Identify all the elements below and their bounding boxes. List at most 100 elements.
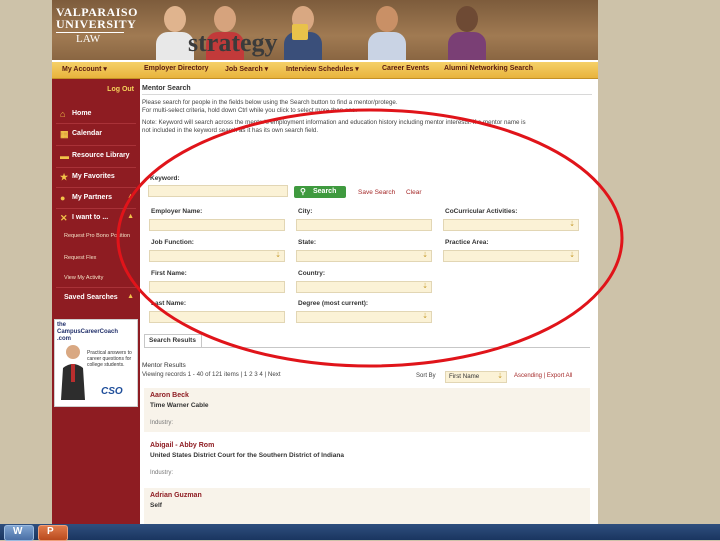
clear-link[interactable]: Clear xyxy=(406,189,422,196)
tools-icon: ✕ xyxy=(60,213,68,223)
top-navigation: My Account ▾ Employer Directory Job Sear… xyxy=(52,62,598,79)
instructions-line1: Please search for people in the fields b… xyxy=(142,99,398,106)
logo-line3: LAW xyxy=(56,32,124,45)
results-title: Mentor Results xyxy=(142,362,186,369)
nav-my-account[interactable]: My Account ▾ xyxy=(62,65,107,73)
sidebar-subitem-request-flex[interactable]: Request Flex xyxy=(64,255,132,262)
city-input[interactable] xyxy=(296,219,432,231)
ad-title-line1: the xyxy=(57,322,66,328)
mentor-industry: Industry: xyxy=(150,470,174,476)
chevron-down-icon: ⇣ xyxy=(569,252,575,259)
page-title: Mentor Search xyxy=(142,85,191,92)
strategy-brand: strategy xyxy=(188,28,278,57)
chevron-down-icon: ⇣ xyxy=(569,221,575,228)
nav-interview-schedules[interactable]: Interview Schedules ▾ xyxy=(286,65,359,73)
sidebar-item-my-partners[interactable]: ● My Partners ▲ xyxy=(52,193,140,207)
sidebar-item-i-want-to[interactable]: ✕ I want to ... ▲ xyxy=(52,213,140,227)
banner-photo-person xyxy=(444,0,490,60)
cso-logo: CSO xyxy=(101,386,123,397)
table-row[interactable]: Abigail - Abby Rom United States Distric… xyxy=(144,438,590,482)
chevron-up-icon[interactable]: ▲ xyxy=(127,213,134,220)
nav-job-search[interactable]: Job Search ▾ xyxy=(225,65,268,73)
degree-label: Degree (most current): xyxy=(298,300,369,307)
brand-square-icon xyxy=(292,24,308,40)
site-header: VALPARAISO UNIVERSITY LAW strategy xyxy=(52,0,598,60)
nav-career-events[interactable]: Career Events xyxy=(382,65,429,72)
table-row[interactable]: Adrian Guzman Self xyxy=(144,488,590,524)
mentor-name-link[interactable]: Adrian Guzman xyxy=(150,492,202,499)
chevron-down-icon: ⇣ xyxy=(275,252,281,259)
country-select[interactable]: ⇣ xyxy=(296,281,432,293)
chevron-up-icon[interactable]: ▲ xyxy=(127,193,134,200)
mentor-company: Self xyxy=(150,502,162,509)
word-taskbar-button[interactable]: W xyxy=(4,525,34,541)
cocurricular-label: CoCurricular Activities: xyxy=(445,208,518,215)
folder-icon: ▬ xyxy=(60,151,69,161)
city-label: City: xyxy=(298,208,313,215)
employer-name-input[interactable] xyxy=(149,219,285,231)
chevron-down-icon: ⇣ xyxy=(422,283,428,290)
keyword-input[interactable] xyxy=(148,185,288,197)
cocurricular-select[interactable]: ⇣ xyxy=(443,219,579,231)
degree-select[interactable]: ⇣ xyxy=(296,311,432,323)
ad-title-line2: CampusCareerCoach xyxy=(57,329,119,335)
table-row[interactable]: Aaron Beck Time Warner Cable Industry: xyxy=(144,388,590,432)
sidebar-item-my-favorites[interactable]: ★ My Favorites xyxy=(52,172,140,186)
sidebar-item-saved-searches[interactable]: Saved Searches ▲ xyxy=(52,293,140,307)
sidebar-subitem-request-pro-bono[interactable]: Request Pro Bono Position xyxy=(64,233,132,240)
mentor-company: United States District Court for the Sou… xyxy=(150,452,344,459)
mentor-industry: Industry: xyxy=(150,420,174,426)
logo-line2: UNIVERSITY xyxy=(56,17,137,31)
chevron-down-icon: ⇣ xyxy=(422,313,428,320)
ad-text: Practical answers to career questions fo… xyxy=(87,350,132,368)
home-icon: ⌂ xyxy=(60,109,66,119)
results-pagination[interactable]: Viewing records 1 - 40 of 121 items | 1 … xyxy=(142,371,281,378)
sort-by-label: Sort By xyxy=(416,373,436,379)
instructions-line2: For multi-select criteria, hold down Ctr… xyxy=(142,107,357,114)
keyword-label: Keyword: xyxy=(150,175,180,182)
sidebar: Log Out ⌂ Home ▦ Calendar ▬ Resource Lib… xyxy=(52,79,140,524)
powerpoint-taskbar-button[interactable]: P xyxy=(38,525,68,541)
state-select[interactable]: ⇣ xyxy=(296,250,432,262)
mentor-name-link[interactable]: Abigail - Abby Rom xyxy=(150,442,214,449)
first-name-label: First Name: xyxy=(151,270,187,277)
person-icon: ● xyxy=(60,193,66,203)
ad-person-image xyxy=(61,345,85,400)
sidebar-item-resource-library[interactable]: ▬ Resource Library xyxy=(52,151,140,165)
note-line1: Note: Keyword will search across the men… xyxy=(142,119,526,126)
sidebar-item-calendar[interactable]: ▦ Calendar xyxy=(52,129,140,143)
sort-by-select[interactable]: First Name ⇣ xyxy=(445,371,507,383)
employer-name-label: Employer Name: xyxy=(151,208,203,215)
magnifier-icon: ⚲ xyxy=(300,187,306,196)
sidebar-subitem-view-activity[interactable]: View My Activity xyxy=(64,275,132,282)
logout-link[interactable]: Log Out xyxy=(107,86,134,93)
campus-career-coach-ad[interactable]: the CampusCareerCoach .com Practical ans… xyxy=(54,319,138,407)
calendar-icon: ▦ xyxy=(60,129,69,139)
banner-photo-person xyxy=(364,0,410,60)
search-button[interactable]: ⚲ Search xyxy=(294,186,346,198)
sidebar-item-home[interactable]: ⌂ Home xyxy=(52,109,140,123)
browser-page: VALPARAISO UNIVERSITY LAW strategy My Ac… xyxy=(52,0,598,524)
nav-alumni-networking-search[interactable]: Alumni Networking Search xyxy=(444,65,533,72)
sort-order-links[interactable]: Ascending | Export All xyxy=(514,373,572,379)
save-search-link[interactable]: Save Search xyxy=(358,189,395,196)
mentor-company: Time Warner Cable xyxy=(150,402,209,409)
last-name-label: Last Name: xyxy=(151,300,187,307)
tab-search-results[interactable]: Search Results xyxy=(144,334,202,347)
first-name-input[interactable] xyxy=(149,281,285,293)
chevron-down-icon: ⇣ xyxy=(422,252,428,259)
star-icon: ★ xyxy=(60,172,69,182)
chevron-down-icon: ⇣ xyxy=(497,373,503,380)
last-name-input[interactable] xyxy=(149,311,285,323)
job-function-select[interactable]: ⇣ xyxy=(149,250,285,262)
note-line2: not included in the keyword search as it… xyxy=(142,127,319,134)
nav-employer-directory[interactable]: Employer Directory xyxy=(144,65,209,72)
country-label: Country: xyxy=(298,270,326,277)
university-logo[interactable]: VALPARAISO UNIVERSITY LAW xyxy=(56,6,137,52)
practice-area-label: Practice Area: xyxy=(445,239,489,246)
taskbar: W P xyxy=(0,524,720,541)
job-function-label: Job Function: xyxy=(151,239,194,246)
chevron-up-icon[interactable]: ▲ xyxy=(127,293,134,300)
mentor-name-link[interactable]: Aaron Beck xyxy=(150,392,189,399)
practice-area-select[interactable]: ⇣ xyxy=(443,250,579,262)
